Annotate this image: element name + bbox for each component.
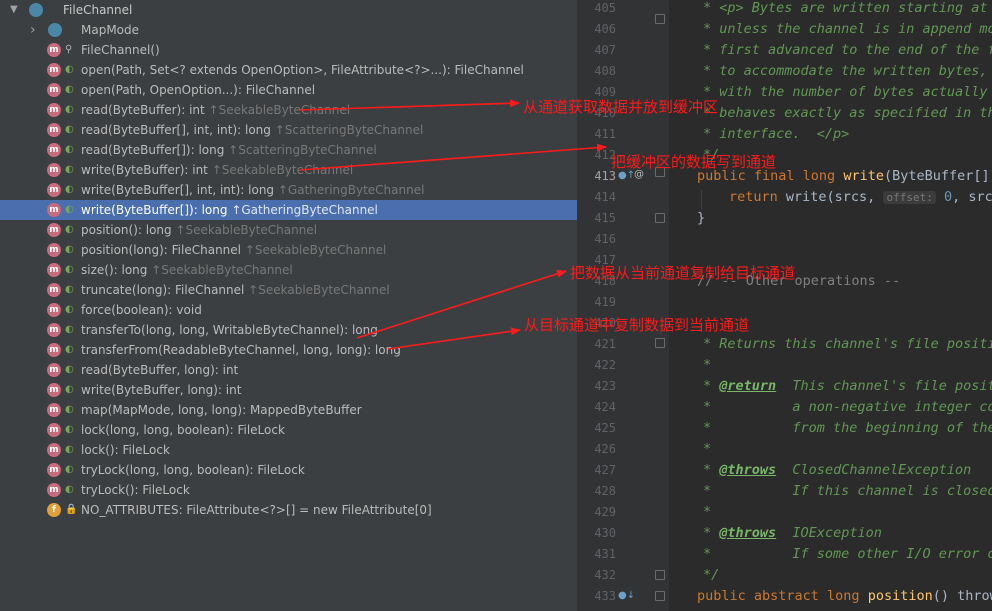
annotation-write: 把缓冲区的数据写到通道 xyxy=(611,153,777,171)
annotation-arrow-transfer-from xyxy=(387,327,521,350)
annotation-transfer-from: 从目标通道中复制数据到当前通道 xyxy=(524,316,750,334)
annotation-arrow-read xyxy=(299,99,520,111)
annotation-read: 从通道获取数据并放到缓冲区 xyxy=(523,98,719,116)
annotation-transfer-to: 把数据从当前通道复制给目标通道 xyxy=(570,264,796,282)
annotation-layer xyxy=(299,99,607,350)
annotation-arrow-write xyxy=(299,143,607,171)
